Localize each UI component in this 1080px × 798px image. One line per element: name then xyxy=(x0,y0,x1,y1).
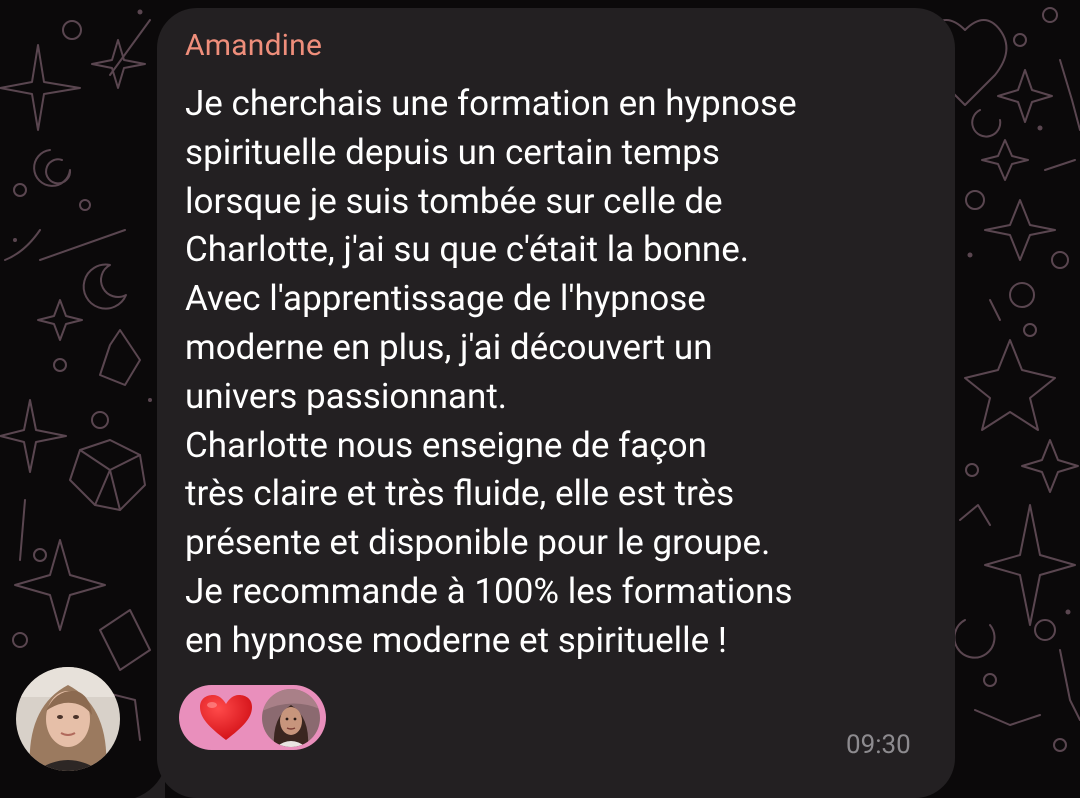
message-line: Avec l'apprentissage de l'hypnose xyxy=(185,278,706,320)
message-line: Je cherchais une formation en hypnose xyxy=(185,83,797,124)
message-line: présente et disponible pour le groupe. xyxy=(185,522,771,564)
message-text: Je cherchais une formation en hypnose sp… xyxy=(185,80,945,666)
message-line: lorsque je suis tombée sur celle de xyxy=(185,180,723,222)
message-line: Je recommande à 100% les formations xyxy=(185,570,793,612)
reactor-avatar[interactable] xyxy=(262,689,320,747)
message-line: moderne en plus, j'ai découvert un xyxy=(185,326,713,368)
message-line: univers passionnant. xyxy=(185,375,508,417)
message-line: en hypnose moderne et spirituelle ! xyxy=(185,619,727,661)
message-line: Charlotte, j'ai su que c'était la bonne. xyxy=(185,229,750,271)
red-heart-icon xyxy=(200,695,252,740)
sender-name[interactable]: Amandine xyxy=(185,26,322,66)
message-line: Charlotte nous enseigne de façon xyxy=(185,424,707,466)
sender-avatar[interactable] xyxy=(16,667,120,771)
message-line: très claire et très fluide, elle est trè… xyxy=(185,473,735,515)
message-line: spirituelle depuis un certain temps xyxy=(185,131,720,173)
message-timestamp: 09:30 xyxy=(846,730,911,760)
